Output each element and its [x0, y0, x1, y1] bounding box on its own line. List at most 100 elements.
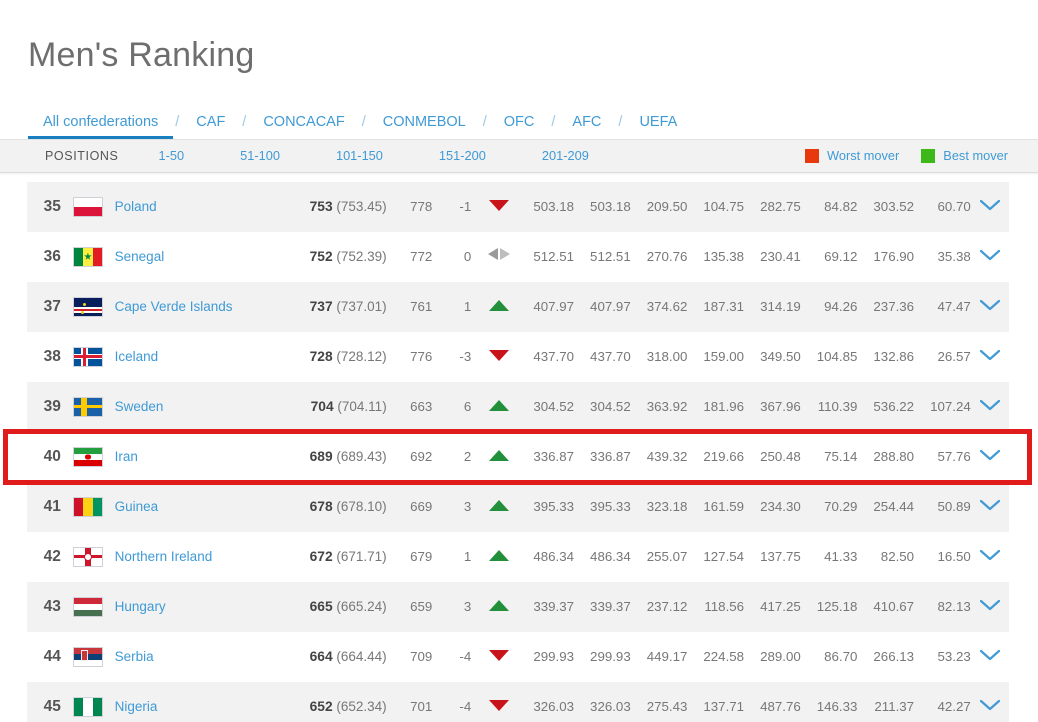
stat-value: 53.23 [915, 632, 972, 682]
rank-number: 38 [27, 332, 72, 382]
team-name-link[interactable]: Poland [107, 182, 284, 232]
rank-change-arrow [479, 682, 518, 722]
stat-value: 86.70 [802, 632, 859, 682]
trend-up-icon [489, 450, 509, 461]
tab-all-confederations[interactable]: All confederations [28, 114, 173, 139]
position-range-201-209[interactable]: 201-209 [542, 148, 589, 163]
expand-row-button[interactable] [972, 282, 1009, 332]
team-name-link[interactable]: Guinea [107, 482, 284, 532]
chevron-down-icon[interactable] [980, 500, 1000, 511]
team-name-link[interactable]: Hungary [107, 582, 284, 632]
legend-color-swatch [921, 149, 935, 163]
stat-value: 137.71 [688, 682, 745, 722]
expand-row-button[interactable] [972, 582, 1009, 632]
stat-value: 270.76 [632, 232, 689, 282]
rank-change-value: -1 [438, 182, 479, 232]
stat-value: 417.25 [745, 582, 802, 632]
position-range-51-100[interactable]: 51-100 [240, 148, 280, 163]
team-name-link[interactable]: Cape Verde Islands [107, 282, 284, 332]
team-name-link[interactable]: Serbia [107, 632, 284, 682]
expand-row-button[interactable] [972, 532, 1009, 582]
stat-value: 187.31 [688, 282, 745, 332]
table-row[interactable]: 44Serbia664 (664.44)709-4299.93299.93449… [27, 632, 1009, 682]
rank-change-value: 1 [438, 282, 479, 332]
table-row[interactable]: 41Guinea678 (678.10)6693395.33395.33323.… [27, 482, 1009, 532]
team-name-link[interactable]: Sweden [107, 382, 284, 432]
chevron-down-icon[interactable] [980, 250, 1000, 261]
expand-row-button[interactable] [972, 182, 1009, 232]
stat-value: 299.93 [575, 632, 632, 682]
rank-change-arrow [479, 332, 518, 382]
chevron-down-icon[interactable] [980, 700, 1000, 711]
trend-down-icon [489, 200, 509, 211]
expand-row-button[interactable] [972, 482, 1009, 532]
chevron-down-icon[interactable] [980, 550, 1000, 561]
tab-separator: / [240, 114, 248, 139]
page-root: Men's Ranking All confederations/CAF/CON… [0, 23, 1038, 722]
team-name-link[interactable]: Senegal [107, 232, 284, 282]
expand-row-button[interactable] [972, 332, 1009, 382]
chevron-down-icon[interactable] [980, 300, 1000, 311]
points-exact: (671.71) [336, 549, 386, 564]
tab-caf[interactable]: CAF [181, 114, 240, 139]
rank-change-value: -4 [438, 632, 479, 682]
flag-capeverde-icon [73, 297, 103, 317]
expand-row-button[interactable] [972, 632, 1009, 682]
table-row[interactable]: 43Hungary665 (665.24)6593339.37339.37237… [27, 582, 1009, 632]
flag-guinea-icon [73, 497, 103, 517]
rank-number: 35 [27, 182, 72, 232]
mover-legend: Worst moverBest mover [783, 148, 1008, 163]
country-flag-cell [72, 532, 107, 582]
position-range-1-50[interactable]: 1-50 [158, 148, 184, 163]
team-name-link[interactable]: Northern Ireland [107, 532, 284, 582]
stat-value: 326.03 [575, 682, 632, 722]
stat-value: 374.62 [632, 282, 689, 332]
table-row[interactable]: 38Iceland728 (728.12)776-3437.70437.7031… [27, 332, 1009, 382]
chevron-down-icon[interactable] [980, 600, 1000, 611]
chevron-down-icon[interactable] [980, 450, 1000, 461]
table-row[interactable]: 35Poland753 (753.45)778-1503.18503.18209… [27, 182, 1009, 232]
table-row[interactable]: 36Senegal752 (752.39)7720512.51512.51270… [27, 232, 1009, 282]
expand-row-button[interactable] [972, 432, 1009, 482]
table-row[interactable]: 42Northern Ireland672 (671.71)6791486.34… [27, 532, 1009, 582]
expand-row-button[interactable] [972, 682, 1009, 722]
table-row[interactable]: 37Cape Verde Islands737 (737.01)7611407.… [27, 282, 1009, 332]
team-name-link[interactable]: Nigeria [107, 682, 284, 722]
country-flag-cell [72, 682, 107, 722]
position-range-links: 1-50 51-100 101-150 151-200 201-209 [158, 148, 644, 163]
position-range-151-200[interactable]: 151-200 [439, 148, 486, 163]
chevron-down-icon[interactable] [980, 650, 1000, 661]
expand-row-button[interactable] [972, 382, 1009, 432]
chevron-down-icon[interactable] [980, 350, 1000, 361]
stat-value: 211.37 [858, 682, 915, 722]
country-flag-cell [72, 482, 107, 532]
team-name-link[interactable]: Iran [107, 432, 284, 482]
table-row[interactable]: 45Nigeria652 (652.34)701-4326.03326.0327… [27, 682, 1009, 722]
table-row[interactable]: 40Iran689 (689.43)6922336.87336.87439.32… [27, 432, 1009, 482]
chevron-down-icon[interactable] [980, 200, 1000, 211]
tab-afc[interactable]: AFC [557, 114, 616, 139]
tab-concacaf[interactable]: CONCACAF [248, 114, 359, 139]
flag-sweden-icon [73, 397, 103, 417]
previous-points: 679 [391, 532, 439, 582]
ranking-table-area: 35Poland753 (753.45)778-1503.18503.18209… [0, 173, 1038, 722]
position-range-101-150[interactable]: 101-150 [336, 148, 383, 163]
tab-conmebol[interactable]: CONMEBOL [368, 114, 481, 139]
stat-value: 104.75 [688, 182, 745, 232]
trend-up-icon [489, 400, 509, 411]
rank-change-value: 3 [438, 582, 479, 632]
tab-ofc[interactable]: OFC [489, 114, 550, 139]
stat-value: 503.18 [518, 182, 575, 232]
rank-number: 37 [27, 282, 72, 332]
previous-points: 772 [391, 232, 439, 282]
stat-value: 288.80 [858, 432, 915, 482]
tab-uefa[interactable]: UEFA [624, 114, 692, 139]
stat-value: 487.76 [745, 682, 802, 722]
table-row[interactable]: 39Sweden704 (704.11)6636304.52304.52363.… [27, 382, 1009, 432]
points-cell: 664 (664.44) [284, 632, 391, 682]
chevron-down-icon[interactable] [980, 400, 1000, 411]
expand-row-button[interactable] [972, 232, 1009, 282]
positions-label: POSITIONS [45, 149, 118, 163]
flag-nireland-icon [73, 547, 103, 567]
team-name-link[interactable]: Iceland [107, 332, 284, 382]
